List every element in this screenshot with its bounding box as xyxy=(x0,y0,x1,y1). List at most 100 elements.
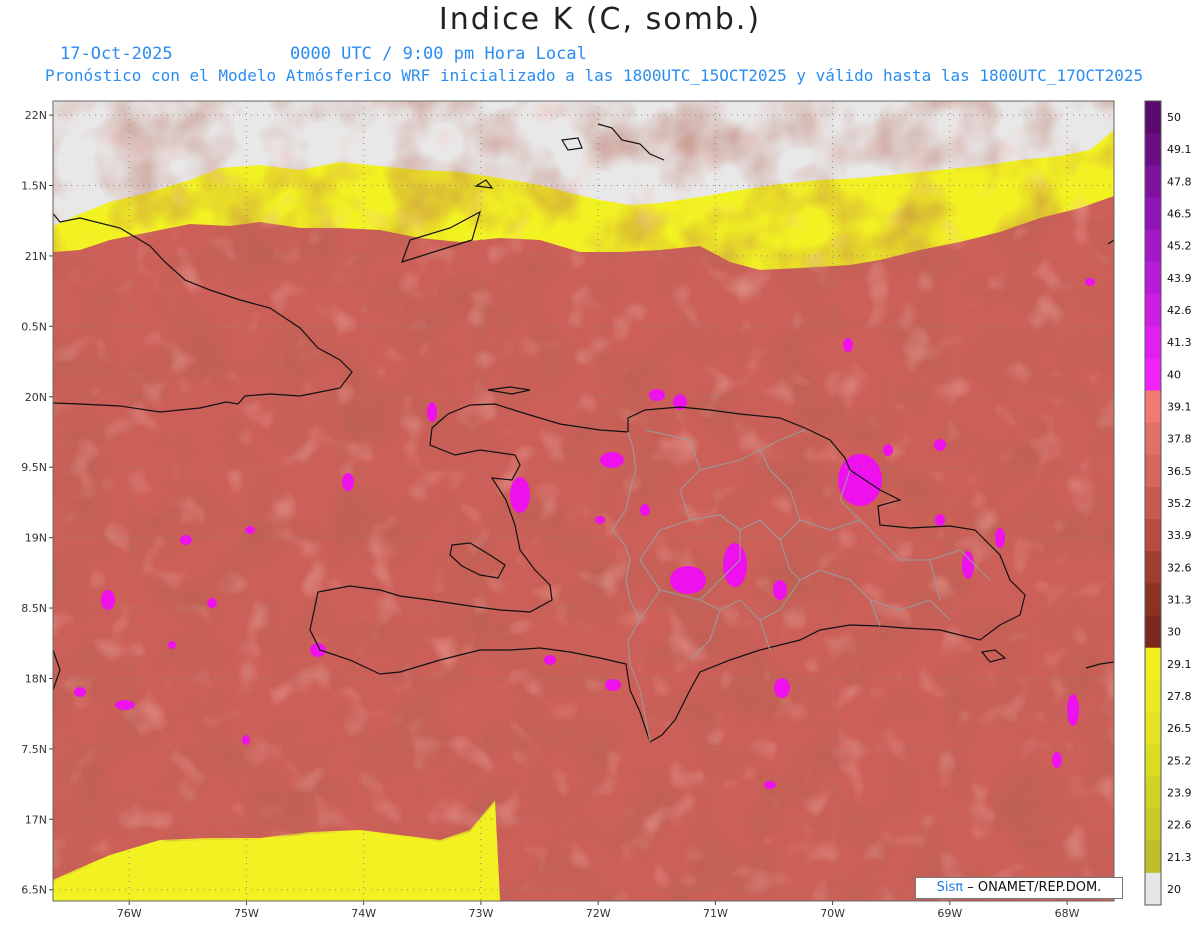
lon-tick-label: 74W xyxy=(351,907,376,920)
high-k-spot xyxy=(995,528,1005,548)
high-k-spot xyxy=(207,598,217,608)
colorbar-swatch xyxy=(1145,326,1161,359)
high-k-spot xyxy=(670,566,706,594)
colorbar-swatch xyxy=(1145,229,1161,263)
colorbar-level-label: 46.5 xyxy=(1167,208,1192,221)
high-k-spot xyxy=(843,338,853,352)
colorbar-swatch xyxy=(1145,583,1161,617)
colorbar-level-label: 50 xyxy=(1167,111,1181,124)
high-k-spot xyxy=(774,678,790,698)
lat-tick-label: 7.5N xyxy=(21,743,47,756)
high-k-spot xyxy=(115,700,135,710)
colorbar-swatch xyxy=(1145,197,1161,231)
colorbar-level-label: 42.6 xyxy=(1167,304,1192,317)
high-k-spot xyxy=(1067,694,1079,726)
colorbar-swatch xyxy=(1145,872,1161,906)
colorbar-swatch xyxy=(1145,551,1161,584)
k-index-map: 76W 75W 74W 73W 72W 71W 70W 69W 68W 22N 1.5N 21N 0.5… xyxy=(21,100,1192,920)
high-k-spot xyxy=(640,504,650,516)
lat-tick-label: 6.5N xyxy=(21,884,47,897)
colorbar-level-label: 20 xyxy=(1167,883,1181,896)
high-k-spot xyxy=(600,452,624,468)
colorbar-level-label: 47.8 xyxy=(1167,175,1192,188)
lon-tick-label: 70W xyxy=(820,907,845,920)
colorbar-level-label: 39.1 xyxy=(1167,401,1192,414)
lon-tick-label: 72W xyxy=(586,907,611,920)
sispi-logo: Sisπ xyxy=(936,880,964,895)
high-k-spot xyxy=(773,580,787,600)
high-k-spot xyxy=(838,454,882,506)
colorbar-swatch xyxy=(1145,519,1161,552)
high-k-spot xyxy=(180,535,192,545)
colorbar-swatch xyxy=(1145,679,1161,713)
colorbar-swatch xyxy=(1145,808,1161,842)
colorbar-swatch xyxy=(1145,486,1161,520)
lat-tick-label: 17N xyxy=(25,813,47,826)
high-k-spot xyxy=(168,641,176,649)
high-k-spot xyxy=(1052,752,1062,768)
lat-tick-label: 8.5N xyxy=(21,602,47,615)
lon-tick-label: 73W xyxy=(468,907,493,920)
colorbar-level-label: 45.2 xyxy=(1167,240,1192,253)
colorbar-level-label: 29.1 xyxy=(1167,658,1192,671)
colorbar-swatch xyxy=(1145,390,1161,424)
colorbar-level-label: 40 xyxy=(1167,368,1181,381)
lat-tick-label: 19N xyxy=(25,532,47,545)
colorbar-swatch xyxy=(1145,165,1161,198)
colorbar-level-label: 37.8 xyxy=(1167,433,1192,446)
colorbar-swatch xyxy=(1145,261,1161,295)
lat-tick-label: 18N xyxy=(25,672,47,685)
colorbar-level-label: 36.5 xyxy=(1167,465,1192,478)
high-k-spot xyxy=(934,439,946,451)
colorbar-level-label: 33.9 xyxy=(1167,529,1192,542)
high-k-spot xyxy=(649,389,665,401)
lon-tick-label: 76W xyxy=(117,907,142,920)
colorbar-swatch xyxy=(1145,840,1161,874)
colorbar-level-label: 23.9 xyxy=(1167,786,1192,799)
high-k-spot xyxy=(1085,278,1095,286)
high-k-spot xyxy=(74,687,86,697)
colorbar-swatch xyxy=(1145,133,1161,166)
high-k-spot xyxy=(883,444,893,456)
lat-tick-label: 22N xyxy=(25,109,47,122)
colorbar-swatch xyxy=(1145,293,1161,327)
high-k-spot xyxy=(605,679,621,691)
field-texture-light xyxy=(53,101,1114,901)
colorbar-level-label: 21.3 xyxy=(1167,851,1192,864)
high-k-spot xyxy=(962,551,974,579)
high-k-spot xyxy=(595,516,605,524)
colorbar-level-label: 32.6 xyxy=(1167,561,1192,574)
colorbar-level-label: 26.5 xyxy=(1167,722,1192,735)
source-credit: Sisπ – ONAMET/REP.DOM. xyxy=(915,877,1123,899)
colorbar-level-label: 35.2 xyxy=(1167,497,1192,510)
high-k-spot xyxy=(935,514,945,526)
high-k-spot xyxy=(427,402,437,422)
colorbar-swatch xyxy=(1145,744,1161,777)
colorbar-level-label: 30 xyxy=(1167,626,1181,639)
credit-text: – ONAMET/REP.DOM. xyxy=(967,880,1102,895)
colorbar-swatch xyxy=(1145,422,1161,456)
colorbar-level-label: 27.8 xyxy=(1167,690,1192,703)
high-k-spot xyxy=(544,655,556,665)
lon-tick-label: 69W xyxy=(937,907,962,920)
colorbar-swatch xyxy=(1145,776,1161,810)
high-k-spot xyxy=(510,477,530,513)
colorbar-swatch xyxy=(1145,454,1161,488)
colorbar-level-label: 41.3 xyxy=(1167,336,1192,349)
colorbar-legend: 50 49.1 47.8 46.5 45.2 43.9 42.6 41.3 40 39.1 37.8… xyxy=(1144,100,1192,906)
lat-tick-label: 0.5N xyxy=(21,320,47,333)
colorbar-swatch xyxy=(1145,615,1161,649)
lat-tick-label: 20N xyxy=(25,391,47,404)
colorbar-swatch xyxy=(1145,358,1161,391)
lon-tick-label: 75W xyxy=(234,907,259,920)
high-k-spot xyxy=(101,590,115,610)
colorbar-level-label: 43.9 xyxy=(1167,272,1192,285)
lat-tick-label: 9.5N xyxy=(21,461,47,474)
high-k-spot xyxy=(342,473,354,491)
colorbar-swatch xyxy=(1145,712,1161,745)
colorbar-level-label: 49.1 xyxy=(1167,143,1192,156)
colorbar-level-label: 25.2 xyxy=(1167,754,1192,767)
lat-tick-label: 21N xyxy=(25,250,47,263)
colorbar-level-label: 31.3 xyxy=(1167,593,1192,606)
colorbar-swatch xyxy=(1145,647,1161,681)
